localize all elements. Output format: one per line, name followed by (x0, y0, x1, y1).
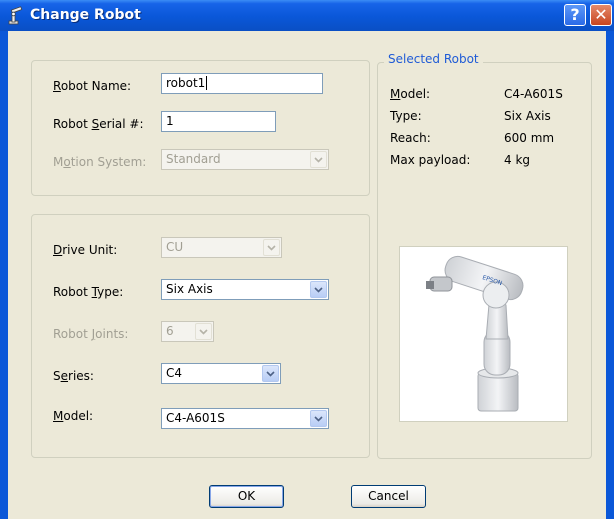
close-icon: ✕ (594, 5, 608, 24)
robot-type-value: Six Axis (166, 282, 213, 296)
selected-robot-legend: Selected Robot (384, 52, 483, 66)
dialog-client-area: Robot Name: robot1 Robot Serial #: 1 Mot… (8, 31, 606, 519)
help-button[interactable]: ? (564, 4, 586, 26)
selected-model-value: C4-A601S (504, 87, 563, 101)
change-robot-dialog: Change Robot ? ✕ Robot Name: robot1 Robo… (0, 0, 614, 519)
chevron-down-icon (263, 239, 280, 256)
selected-reach-value: 600 mm (504, 131, 555, 145)
drive-unit-value: CU (166, 240, 184, 254)
motion-system-label: Motion System: (53, 155, 147, 169)
chevron-down-icon[interactable] (310, 410, 327, 427)
ok-button[interactable]: OK (209, 485, 284, 508)
selected-reach-label: Reach: (390, 131, 431, 145)
cancel-button[interactable]: Cancel (351, 485, 426, 508)
chevron-down-icon (195, 323, 212, 340)
robot-name-input[interactable]: robot1 (161, 73, 323, 94)
robot-arm-icon (6, 6, 26, 26)
selected-model-label: Model: (390, 87, 431, 101)
window-title: Change Robot (30, 7, 141, 23)
selected-type-label: Type: (390, 109, 422, 123)
series-label: Series: (53, 369, 94, 383)
robot-serial-input[interactable]: 1 (161, 111, 276, 132)
selected-payload-label: Max payload: (390, 153, 471, 167)
chevron-down-icon[interactable] (310, 281, 327, 298)
robot-photo: EPSON (399, 246, 568, 422)
title-bar[interactable]: Change Robot ? ✕ (0, 0, 614, 31)
chevron-down-icon (310, 151, 327, 168)
selected-type-value: Six Axis (504, 109, 551, 123)
robot-illustration: EPSON (426, 255, 524, 412)
selected-payload-value: 4 kg (504, 153, 531, 167)
model-value: C4-A601S (166, 411, 225, 425)
series-value: C4 (166, 366, 183, 380)
robot-name-label: Robot Name: (53, 79, 132, 93)
robot-type-label: Robot Type: (53, 285, 124, 299)
motion-system-value: Standard (166, 152, 221, 166)
help-icon: ? (570, 5, 580, 24)
model-label: Model: (53, 409, 94, 423)
robot-serial-label: Robot Serial #: (53, 117, 144, 131)
series-select[interactable]: C4 (161, 363, 281, 384)
chevron-down-icon[interactable] (262, 365, 279, 382)
robot-joints-value: 6 (166, 324, 174, 338)
model-select[interactable]: C4-A601S (161, 408, 329, 429)
drive-unit-label: Drive Unit: (53, 243, 118, 257)
robot-joints-label: Robot Joints: (53, 327, 129, 341)
close-button[interactable]: ✕ (590, 4, 612, 26)
robot-type-select[interactable]: Six Axis (161, 279, 329, 300)
robot-joints-select: 6 (161, 321, 214, 342)
drive-unit-select: CU (161, 237, 282, 258)
motion-system-select: Standard (161, 149, 329, 170)
